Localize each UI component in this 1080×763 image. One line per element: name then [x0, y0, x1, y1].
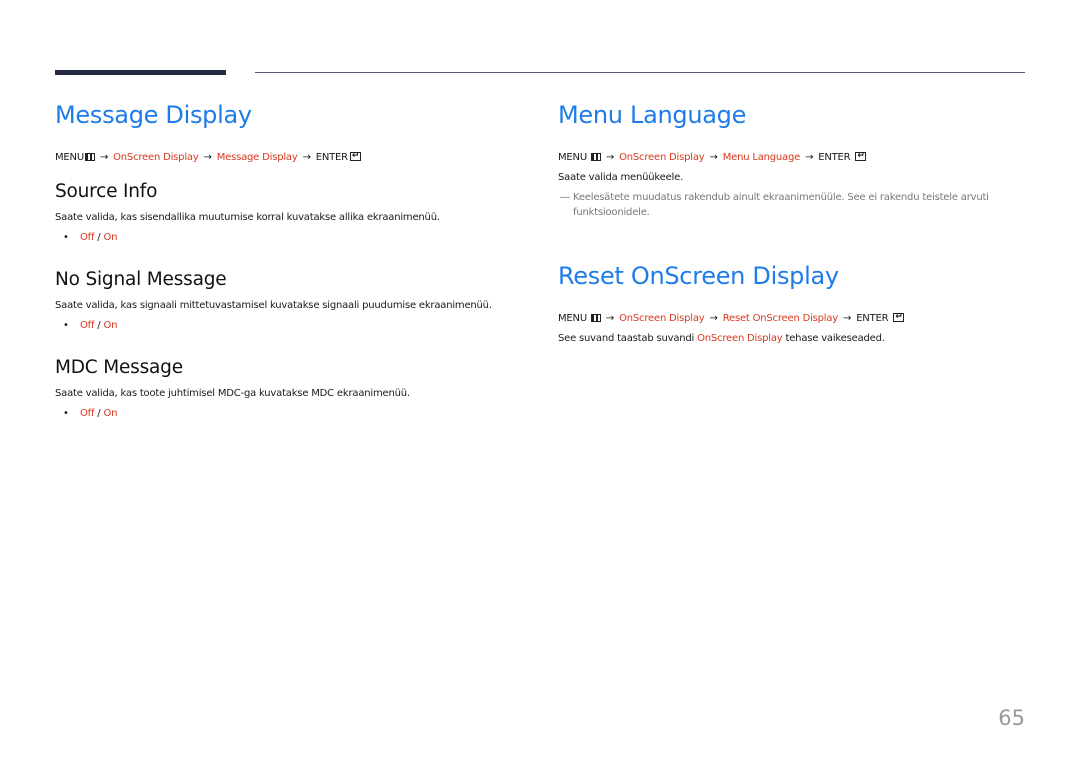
header-accent-bar	[55, 70, 226, 75]
header-rule	[255, 72, 1025, 73]
source-info-subsection: Source Info Saate valida, kas sisendalli…	[55, 179, 525, 245]
enter-label: ENTER	[818, 152, 851, 163]
enter-icon	[893, 310, 905, 324]
section-description: Saate valida menüükeele.	[558, 172, 684, 183]
menu-label: MENU	[55, 152, 84, 163]
arrow-icon: →	[805, 152, 814, 163]
bullet-icon: •	[63, 408, 69, 419]
bullet-icon: •	[63, 320, 69, 331]
option-on[interactable]: On	[103, 320, 117, 331]
subsection-description: Saate valida, kas signaali mittetuvastam…	[55, 300, 492, 311]
page-number: 65	[998, 706, 1025, 730]
subsection-heading: MDC Message	[55, 357, 183, 378]
option-off[interactable]: Off	[80, 232, 95, 243]
menu-label: MENU	[558, 313, 587, 324]
section-title: Reset OnScreen Display	[558, 262, 839, 290]
description-text: See suvand taastab suvandi	[558, 333, 698, 344]
option-list-item: • Off / On	[55, 407, 525, 421]
menu-path: MENU → OnScreen Display → Menu Language …	[558, 149, 1028, 165]
arrow-icon: →	[99, 152, 109, 163]
enter-icon	[855, 149, 867, 163]
bullet-icon: •	[63, 232, 69, 243]
option-list-item: • Off / On	[55, 319, 525, 333]
enter-icon	[349, 149, 361, 163]
note-text: Keelesätete muudatus rakendub ainult ekr…	[573, 192, 989, 218]
section-description: See suvand taastab suvandi OnScreen Disp…	[558, 332, 1028, 346]
enter-label: ENTER	[315, 152, 348, 163]
section-title: Message Display	[55, 101, 252, 129]
subsection-description: Saate valida, kas toote juhtimisel MDC-g…	[55, 388, 410, 399]
path-link-message-display[interactable]: Message Display	[217, 152, 298, 163]
menu-path: MENU → OnScreen Display → Reset OnScreen…	[558, 310, 1028, 326]
subsection-description: Saate valida, kas sisendallika muutumise…	[55, 212, 440, 223]
menu-language-section: Menu Language MENU → OnScreen Display → …	[558, 97, 1028, 220]
section-title: Menu Language	[558, 101, 747, 129]
right-column: Menu Language MENU → OnScreen Display → …	[558, 97, 1028, 346]
path-link-onscreen-display[interactable]: OnScreen Display	[619, 313, 705, 324]
path-link-onscreen-display[interactable]: OnScreen Display	[619, 152, 705, 163]
option-list-item: • Off / On	[55, 231, 525, 245]
description-text: tehase vaikeseaded.	[782, 333, 885, 344]
no-signal-message-subsection: No Signal Message Saate valida, kas sign…	[55, 267, 525, 333]
mdc-message-subsection: MDC Message Saate valida, kas toote juht…	[55, 355, 525, 421]
path-link-menu-language[interactable]: Menu Language	[723, 152, 801, 163]
menu-icon	[590, 314, 601, 322]
path-link-reset-onscreen-display[interactable]: Reset OnScreen Display	[723, 313, 839, 324]
enter-label: ENTER	[856, 313, 889, 324]
option-separator: /	[97, 408, 101, 419]
message-display-section: Message Display MENU → OnScreen Display …	[55, 97, 525, 421]
reset-onscreen-display-section: Reset OnScreen Display MENU → OnScreen D…	[558, 258, 1028, 346]
arrow-icon: →	[709, 152, 718, 163]
subsection-heading: No Signal Message	[55, 269, 227, 290]
description-link-onscreen-display[interactable]: OnScreen Display	[697, 333, 783, 344]
option-separator: /	[97, 320, 101, 331]
option-separator: /	[97, 232, 101, 243]
arrow-icon: →	[709, 313, 718, 324]
menu-label: MENU	[558, 152, 587, 163]
option-off[interactable]: Off	[80, 408, 95, 419]
note-dash-icon: ―	[560, 192, 570, 203]
arrow-icon: →	[843, 313, 852, 324]
option-off[interactable]: Off	[80, 320, 95, 331]
menu-icon	[84, 153, 95, 161]
arrow-icon: →	[605, 152, 615, 163]
option-on[interactable]: On	[103, 408, 117, 419]
path-link-onscreen-display[interactable]: OnScreen Display	[113, 152, 199, 163]
menu-path: MENU → OnScreen Display → Message Displa…	[55, 149, 525, 165]
arrow-icon: →	[302, 152, 311, 163]
note: ― Keelesätete muudatus rakendub ainult e…	[558, 190, 1028, 220]
menu-icon	[590, 153, 601, 161]
option-on[interactable]: On	[103, 232, 117, 243]
arrow-icon: →	[605, 313, 615, 324]
subsection-heading: Source Info	[55, 181, 158, 202]
arrow-icon: →	[203, 152, 212, 163]
